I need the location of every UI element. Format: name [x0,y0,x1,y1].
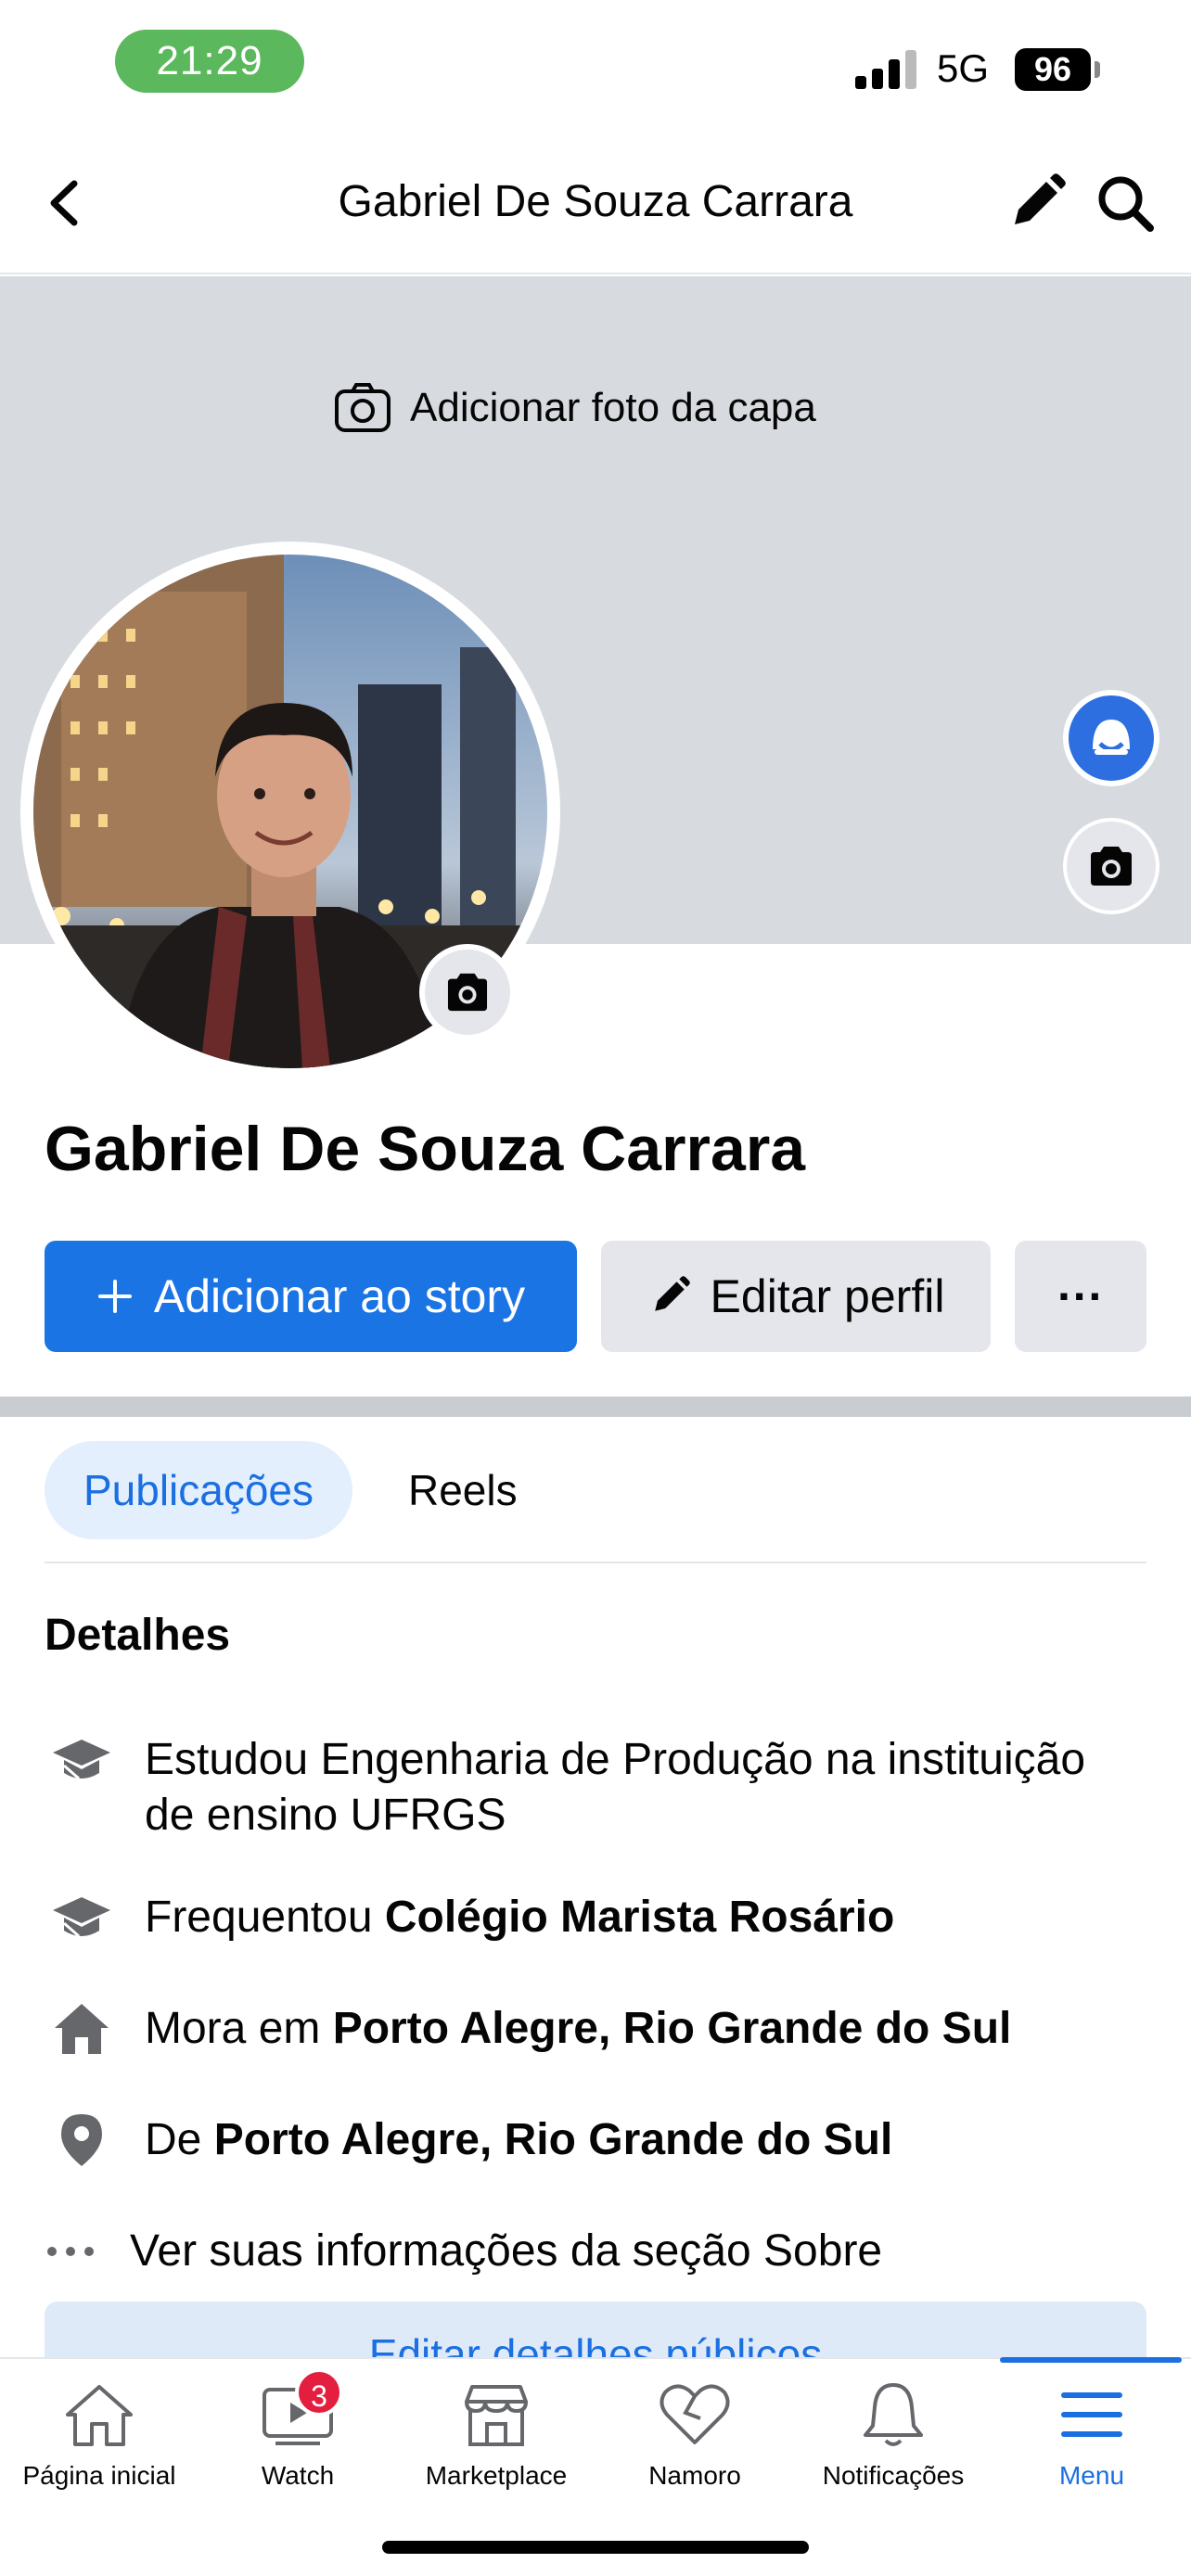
watch-icon: 3 [256,2368,343,2452]
marketplace-icon [455,2378,538,2452]
graduation-cap-icon [45,1732,119,1788]
more-options-label: ··· [1057,1270,1104,1322]
add-to-story-button[interactable]: Adicionar ao story [45,1241,577,1352]
cover-camera-button[interactable] [1063,818,1159,914]
tab-reels-label: Reels [408,1466,518,1514]
tabs-divider [45,1562,1146,1563]
profile-name: Gabriel De Souza Carrara [45,1114,806,1184]
avatar-icon [1093,720,1130,755]
detail-education-line1: Estudou Engenharia de Produção na instit… [145,1735,1086,1784]
nav-marketplace-label: Marketplace [425,2461,568,2490]
more-dots-icon [45,2224,96,2279]
detail-lives-prefix: Mora em [145,2004,333,2053]
pencil-icon [654,1276,690,1311]
battery-indicator: 96 [1015,48,1091,91]
tab-publicacoes-label: Publicações [83,1466,314,1514]
detail-education-school: Frequentou Colégio Marista Rosário [45,1890,1158,1945]
section-divider [0,1396,1191,1417]
location-pin-icon [45,2112,119,2168]
profile-photo-camera-button[interactable] [419,944,516,1040]
nav-notifications[interactable]: Notificações [794,2359,992,2498]
battery-tip [1095,61,1100,78]
camera-icon [1091,847,1132,886]
status-bar: 21:29 5G 96 [0,0,1191,130]
profile-page: 21:29 5G 96 Gabriel De Souza Carrara Adi… [0,0,1191,2576]
bell-icon [852,2378,935,2452]
signal-icon [855,50,916,89]
nav-dating-label: Namoro [648,2461,741,2490]
edit-profile-button[interactable]: Editar perfil [601,1241,991,1352]
nav-marketplace[interactable]: Marketplace [397,2359,596,2498]
more-options-button[interactable]: ··· [1015,1241,1146,1352]
back-chevron-icon[interactable] [37,172,93,234]
search-icon[interactable] [1093,171,1158,236]
avatar-button[interactable] [1063,690,1159,786]
add-to-story-label: Adicionar ao story [153,1270,526,1322]
nav-notifications-label: Notificações [822,2461,965,2490]
pencil-icon[interactable] [1004,171,1069,236]
nav-menu-label: Menu [1058,2461,1125,2490]
see-about-info-link[interactable]: Ver suas informações da seção Sobre [45,2224,1158,2279]
detail-from-prefix: De [145,2115,214,2164]
nav-home[interactable]: Página inicial [0,2359,198,2498]
menu-icon [1050,2378,1133,2452]
detail-from-city[interactable]: Porto Alegre, Rio Grande do Sul [214,2115,893,2164]
tab-publicacoes[interactable]: Publicações [45,1441,352,1539]
tab-reels[interactable]: Reels [408,1465,518,1515]
detail-education-line2: de ensino UFRGS [145,1791,506,1840]
plus-icon [97,1280,132,1313]
nav-home-label: Página inicial [22,2461,176,2490]
detail-school-name[interactable]: Colégio Marista Rosário [385,1893,894,1942]
detail-lives-in: Mora em Porto Alegre, Rio Grande do Sul [45,2001,1158,2057]
status-time: 21:29 [115,30,304,93]
see-about-info-label: Ver suas informações da seção Sobre [130,2226,883,2276]
detail-school-prefix: Frequentou [145,1893,385,1942]
details-title: Detalhes [45,1611,231,1660]
graduation-cap-icon [45,1890,119,1945]
nav-dating[interactable]: Namoro [596,2359,794,2498]
header-title: Gabriel De Souza Carrara [338,177,853,226]
home-icon [58,2378,141,2452]
add-cover-label: Adicionar foto da capa [410,385,816,430]
nav-watch[interactable]: 3 Watch [198,2359,397,2498]
detail-from: De Porto Alegre, Rio Grande do Sul [45,2112,1158,2168]
edit-profile-label: Editar perfil [710,1270,945,1322]
heart-icon [653,2378,736,2452]
network-label: 5G [937,46,990,90]
camera-icon [335,383,391,432]
camera-icon [447,973,488,1012]
detail-education-university: Estudou Engenharia de Produção na instit… [45,1732,1158,1843]
nav-watch-label: Watch [261,2461,335,2490]
watch-badge: 3 [295,2368,343,2417]
home-indicator [382,2541,809,2554]
nav-menu[interactable]: Menu [992,2359,1191,2498]
detail-lives-city[interactable]: Porto Alegre, Rio Grande do Sul [333,2004,1012,2053]
add-cover-photo-button[interactable]: Adicionar foto da capa [334,380,816,436]
top-bar: Gabriel De Souza Carrara [0,130,1191,274]
home-icon [45,2001,119,2057]
